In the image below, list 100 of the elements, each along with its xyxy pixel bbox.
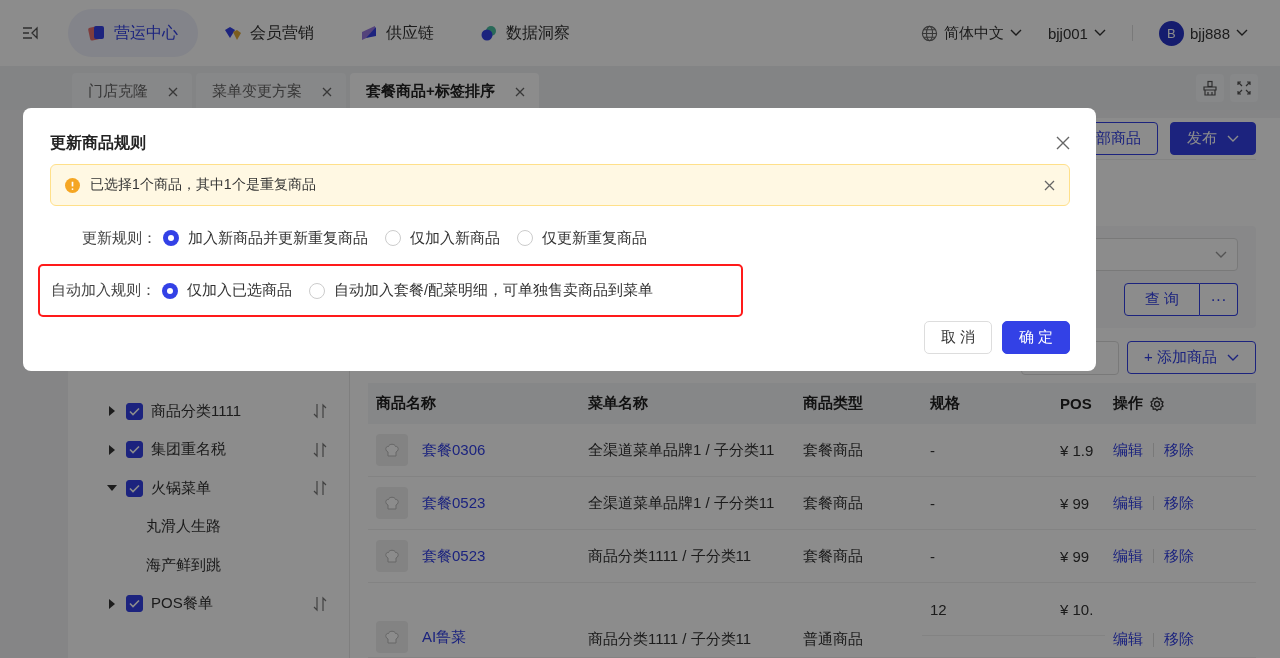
menu-icon[interactable]: [22, 26, 38, 40]
close-button[interactable]: [1056, 136, 1070, 150]
table-cell: 套餐商品: [803, 493, 863, 511]
radio-option[interactable]: 加入新商品并更新重复商品: [163, 228, 368, 248]
nav-item[interactable]: 数据洞察: [460, 9, 590, 57]
check-icon: [129, 445, 140, 455]
caret-right-icon[interactable]: [109, 444, 115, 455]
column-header: 规格: [930, 394, 960, 411]
more-button[interactable]: ···: [1200, 283, 1238, 316]
confirm-button[interactable]: 确 定: [1001, 321, 1070, 354]
field-label: 更新规则：: [81, 228, 158, 248]
chevron-down-icon: [1009, 29, 1022, 37]
check-icon: [129, 483, 140, 493]
close-icon: [1044, 179, 1055, 191]
table-cell: -: [930, 494, 935, 512]
action-link[interactable]: 编辑: [1113, 546, 1143, 566]
product-link[interactable]: 套餐0523: [422, 493, 486, 513]
check-icon: [129, 599, 140, 609]
sort-icon[interactable]: [313, 441, 327, 458]
chef-hat-icon: [383, 547, 401, 565]
field-label: 自动加入规则：: [50, 281, 157, 300]
column-header: 商品类型: [803, 394, 863, 411]
tree-item[interactable]: 集团重名税: [151, 440, 226, 460]
radio-option[interactable]: 自动加入套餐/配菜明细，可单独售卖商品到菜单: [309, 281, 654, 300]
sort-icon[interactable]: [313, 403, 327, 420]
tree-item[interactable]: 丸滑人生路: [146, 517, 221, 537]
action-link[interactable]: 移除: [1164, 493, 1194, 513]
tree-item[interactable]: 海产鲜到跳: [146, 555, 221, 575]
radio-option[interactable]: 仅更新重复商品: [517, 228, 647, 248]
chef-hat-icon: [383, 628, 401, 646]
settings-icon[interactable]: [1149, 395, 1165, 412]
fullscreen-button[interactable]: [1230, 74, 1258, 102]
action-link[interactable]: 编辑: [1113, 493, 1143, 513]
nav-item[interactable]: 营运中心: [68, 9, 198, 57]
action-link[interactable]: 编辑: [1113, 630, 1143, 649]
brush-button[interactable]: [1196, 74, 1224, 102]
close-button[interactable]: [1044, 179, 1055, 191]
table-cell: -: [930, 547, 935, 565]
action-link[interactable]: 移除: [1164, 630, 1194, 649]
table-cell: 商品分类1111 / 子分类11: [588, 546, 752, 564]
fullscreen-icon: [1237, 81, 1251, 95]
action-link[interactable]: 编辑: [1113, 440, 1143, 460]
user-menu[interactable]: bjj888: [1189, 24, 1248, 42]
flag-icon: [360, 24, 378, 42]
radio-option[interactable]: 仅加入已选商品: [162, 281, 292, 300]
checkbox[interactable]: [126, 479, 143, 497]
query-button[interactable]: 查 询: [1123, 283, 1200, 316]
circles-icon: [480, 24, 498, 42]
table-cell: 套餐商品: [803, 546, 863, 564]
table-cell: 套餐商品: [803, 440, 863, 458]
tab[interactable]: 套餐商品+标签排序: [350, 73, 539, 110]
action-link[interactable]: 移除: [1164, 546, 1194, 566]
cards-icon: [88, 24, 106, 42]
column-header: 菜单名称: [588, 394, 648, 411]
table-cell: 商品分类1111 / 子分类11: [588, 630, 752, 647]
action-link[interactable]: 移除: [1164, 440, 1194, 460]
close-icon[interactable]: [322, 86, 332, 97]
dialog-title: 更新商品规则: [50, 132, 146, 153]
caret-down-icon[interactable]: [107, 485, 117, 492]
caret-right-icon[interactable]: [109, 598, 115, 609]
warning-icon: [65, 177, 80, 193]
cancel-button[interactable]: 取 消: [923, 321, 992, 354]
column-header: POS: [1060, 395, 1092, 412]
column-header: 商品名称: [376, 394, 436, 411]
close-icon[interactable]: [514, 86, 525, 97]
brush-icon: [1202, 80, 1218, 96]
table-cell: ¥ 10.: [1060, 600, 1094, 618]
language-selector[interactable]: 简体中文: [920, 23, 1022, 43]
sort-icon[interactable]: [313, 480, 327, 497]
table-cell: ¥ 99: [1060, 494, 1090, 512]
tree-item[interactable]: 商品分类1111: [151, 401, 242, 421]
close-icon[interactable]: [168, 86, 178, 97]
caret-right-icon[interactable]: [109, 406, 115, 417]
add-product-button[interactable]: + 添加商品: [1127, 341, 1256, 374]
sort-icon[interactable]: [313, 595, 327, 612]
chevron-down-icon: [1227, 353, 1239, 362]
nav-item[interactable]: 会员营销: [204, 9, 334, 57]
nav-item[interactable]: 供应链: [340, 9, 454, 57]
product-link[interactable]: 套餐0306: [422, 440, 486, 460]
product-link[interactable]: 套餐0523: [422, 546, 486, 566]
publish-button[interactable]: 发布: [1170, 122, 1256, 155]
column-header: 操作: [1113, 394, 1143, 413]
chef-hat-icon: [383, 441, 401, 459]
alert-text: 已选择1个商品，其中1个是重复商品: [90, 176, 316, 194]
tree-item[interactable]: POS餐单: [151, 594, 213, 614]
checkbox[interactable]: [126, 441, 143, 459]
checkbox[interactable]: [126, 595, 143, 613]
tab[interactable]: 门店克隆: [72, 73, 192, 110]
table-cell: 12: [930, 600, 947, 618]
user-avatar[interactable]: B: [1158, 20, 1184, 46]
tab[interactable]: 菜单变更方案: [196, 73, 346, 110]
radio-option[interactable]: 仅加入新商品: [385, 228, 500, 248]
org-selector[interactable]: bjj001: [1047, 24, 1106, 42]
checkbox[interactable]: [126, 402, 143, 420]
table-cell: ¥ 99: [1060, 547, 1090, 565]
product-link[interactable]: AI鲁菜: [422, 627, 467, 647]
globe-icon: [920, 24, 938, 42]
table-cell: 全渠道菜单品牌1 / 子分类11: [588, 440, 775, 458]
tree-item[interactable]: 火锅菜单: [151, 478, 211, 498]
chevron-down-icon: [1227, 134, 1239, 143]
